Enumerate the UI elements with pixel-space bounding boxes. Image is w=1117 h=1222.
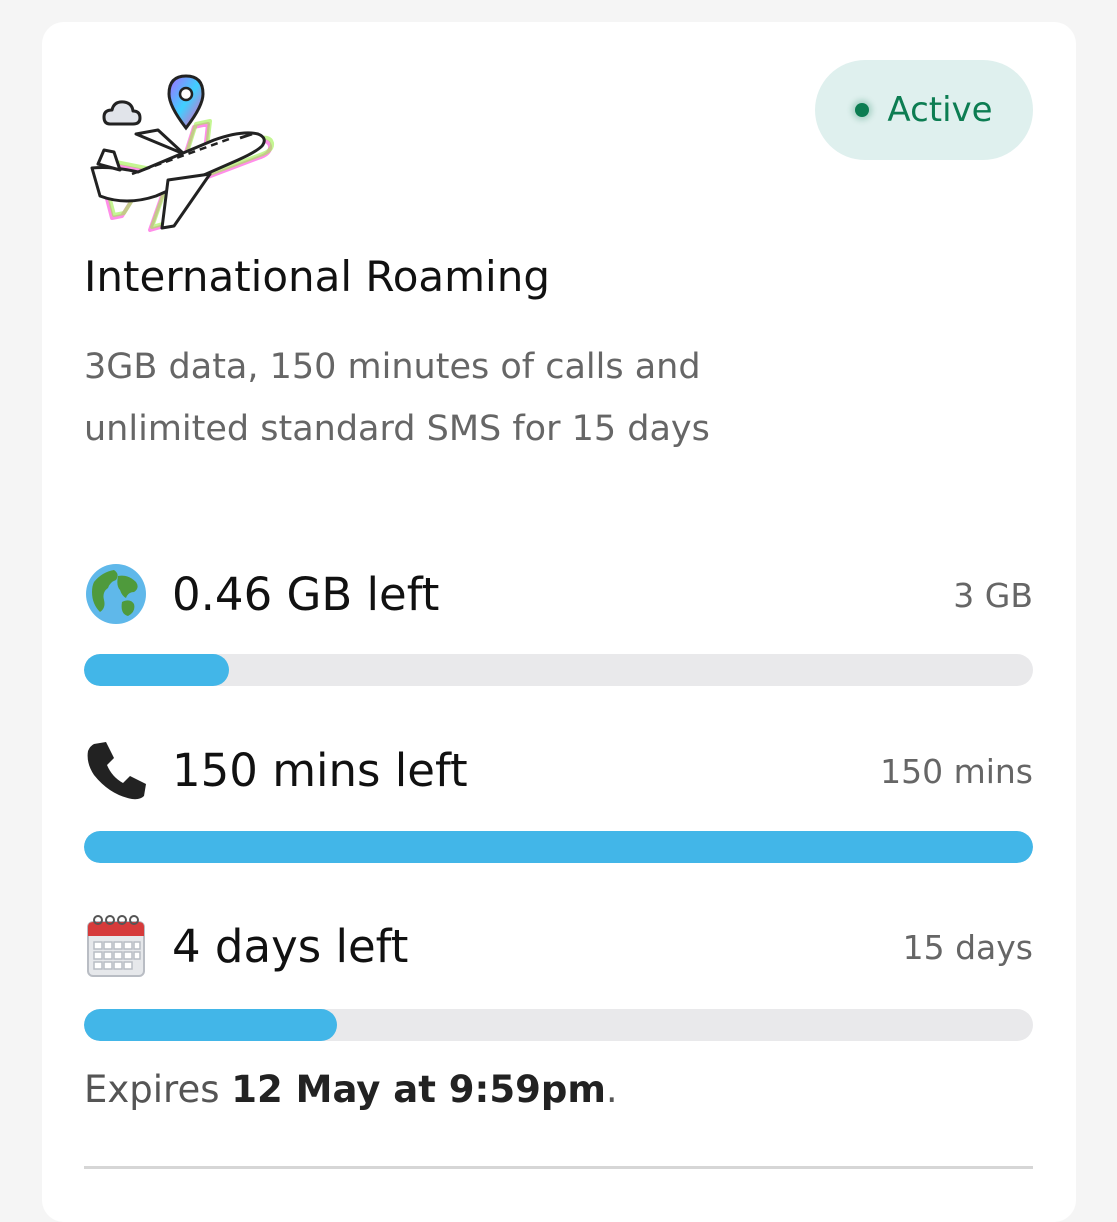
status-dot-icon bbox=[855, 103, 870, 117]
calendar-icon bbox=[87, 915, 145, 977]
expiry-text: Expires 12 May at 9:59pm. bbox=[84, 1068, 618, 1111]
data-usage-row: 0.46 GB left 3 GB bbox=[84, 562, 1033, 632]
data-remaining: 0.46 GB left bbox=[172, 568, 440, 621]
minutes-progress-fill bbox=[84, 831, 1033, 863]
data-progress-bar bbox=[84, 654, 1033, 686]
minutes-remaining: 150 mins left bbox=[172, 744, 468, 797]
phone-icon bbox=[87, 742, 146, 800]
plan-title: International Roaming bbox=[84, 252, 550, 301]
days-progress-fill bbox=[84, 1009, 338, 1041]
plan-description: 3GB data, 150 minutes of calls and unlim… bbox=[84, 347, 710, 449]
data-total: 3 GB bbox=[953, 576, 1033, 615]
expiry-date: 12 May at 9:59pm bbox=[231, 1068, 606, 1111]
minutes-total: 150 mins bbox=[880, 752, 1033, 791]
minutes-progress-bar bbox=[84, 831, 1033, 863]
expiry-suffix: . bbox=[605, 1068, 618, 1111]
days-remaining: 4 days left bbox=[172, 920, 409, 973]
data-progress-fill bbox=[84, 654, 230, 686]
days-usage-row: 4 days left 15 days bbox=[84, 914, 1033, 984]
expiry-prefix: Expires bbox=[84, 1068, 220, 1111]
divider bbox=[84, 1166, 1033, 1169]
days-progress-bar bbox=[84, 1009, 1033, 1041]
minutes-usage-row: 150 mins left 150 mins bbox=[84, 738, 1033, 808]
days-total: 15 days bbox=[902, 928, 1033, 967]
airplane-location-icon bbox=[90, 74, 275, 232]
globe-icon bbox=[86, 564, 146, 624]
status-badge: Active bbox=[815, 60, 1033, 160]
status-label: Active bbox=[887, 90, 993, 130]
